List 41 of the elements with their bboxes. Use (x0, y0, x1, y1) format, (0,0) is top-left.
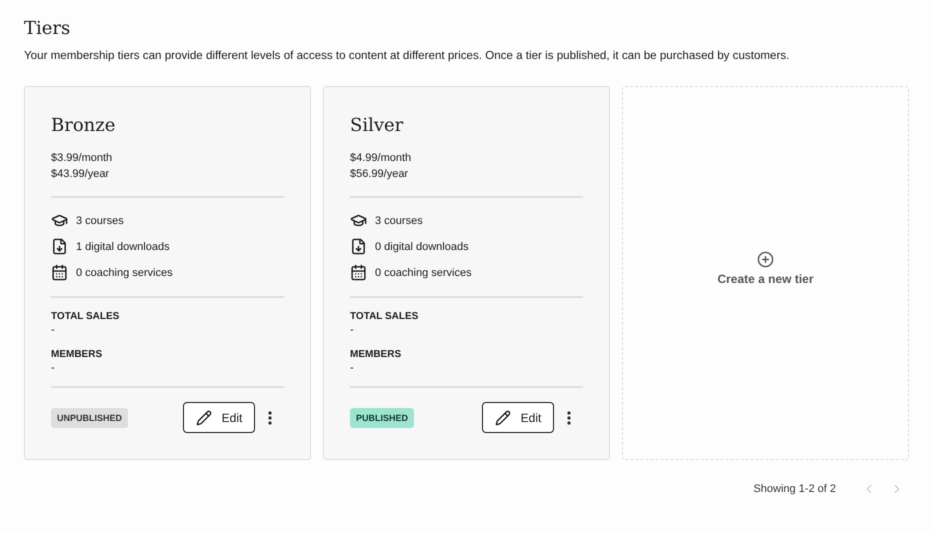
more-options-button[interactable] (567, 410, 571, 424)
create-tier-button[interactable]: Create a new tier (622, 86, 909, 460)
feature-label: 0 coaching services (375, 266, 472, 278)
status-badge: UNPUBLISHED (51, 408, 128, 428)
stat-value: - (350, 324, 355, 336)
more-icon (567, 410, 571, 424)
stat-value: - (51, 324, 56, 336)
tier-name: Silver (350, 115, 404, 136)
page-description: Your membership tiers can provide different levels of access to content at different prices. Once a tier is published, it can be purchased by customers. (24, 49, 790, 62)
stat-value: - (51, 362, 56, 374)
feature-label: 3 courses (76, 214, 124, 226)
file-download-icon (350, 238, 367, 255)
pencil-icon (494, 410, 511, 426)
edit-button[interactable]: Edit (482, 402, 554, 433)
pagination-summary: Showing 1-2 of 2 (753, 483, 836, 495)
stat-value: - (350, 362, 355, 374)
more-icon (268, 410, 272, 424)
plus-circle-icon (757, 251, 774, 268)
graduation-cap-icon (350, 212, 367, 229)
tier-name: Bronze (51, 115, 116, 136)
stat-label: MEMBERS (350, 349, 402, 360)
tier-price: $43.99/year (51, 167, 110, 182)
calendar-icon (51, 264, 68, 281)
stat-label: TOTAL SALES (51, 311, 120, 322)
graduation-cap-icon (51, 212, 68, 229)
status-badge: PUBLISHED (350, 408, 414, 428)
edit-button[interactable]: Edit (183, 402, 255, 433)
feature-label: 1 digital downloads (76, 240, 170, 252)
page-title: Tiers (24, 18, 72, 39)
file-download-icon (51, 238, 68, 255)
stat-label: MEMBERS (51, 349, 104, 360)
tier-price: $3.99/month (51, 151, 114, 166)
feature-label: 3 courses (375, 214, 423, 226)
pencil-icon (196, 410, 212, 426)
tier-price: $4.99/month (350, 151, 412, 166)
feature-label: 0 coaching services (76, 266, 173, 278)
feature-label: 0 digital downloads (375, 240, 469, 252)
more-options-button[interactable] (268, 410, 272, 424)
stat-label: TOTAL SALES (350, 311, 420, 322)
tier-price: $56.99/year (350, 167, 410, 182)
calendar-icon (350, 264, 367, 281)
